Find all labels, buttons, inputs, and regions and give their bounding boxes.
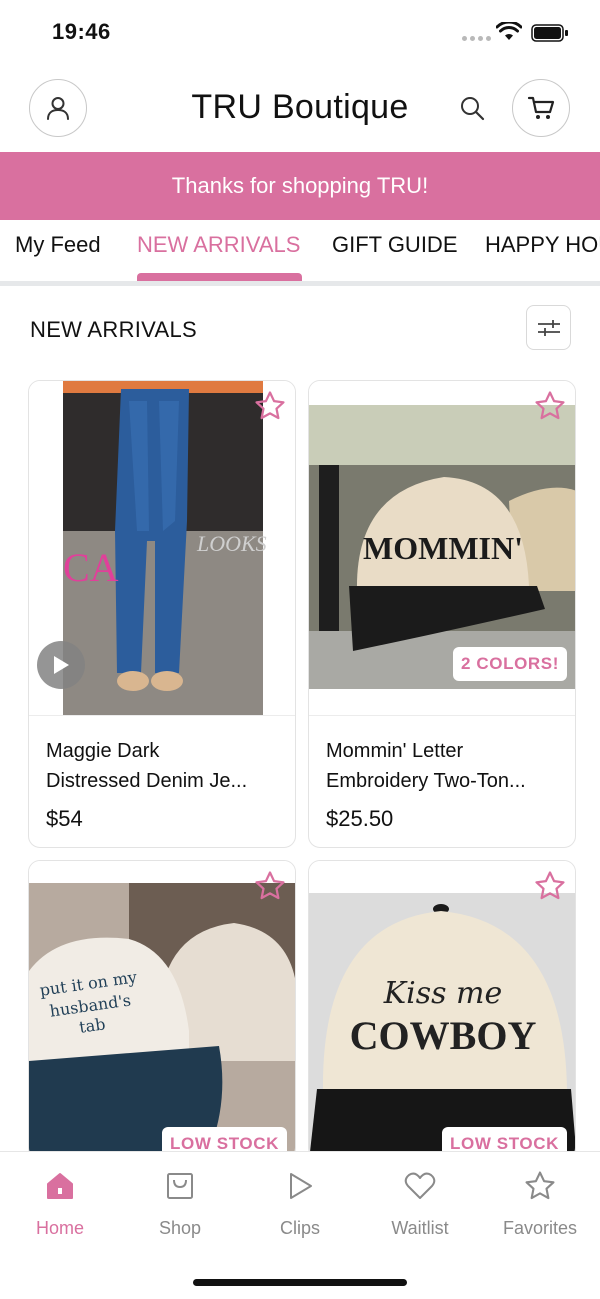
svg-text:LOOKS: LOOKS <box>196 531 267 556</box>
shop-bag-icon <box>167 1173 193 1199</box>
category-tabs: My Feed NEW ARRIVALS GIFT GUIDE HAPPY HO… <box>0 220 600 286</box>
product-image[interactable]: put it on my husband's tab LOW STOCK <box>29 861 295 1159</box>
star-icon <box>525 1171 555 1200</box>
play-icon <box>54 656 69 674</box>
tab-new-arrivals[interactable]: NEW ARRIVALS <box>137 232 300 258</box>
product-price: $25.50 <box>326 806 394 831</box>
cart-button[interactable] <box>512 79 570 137</box>
favorite-star-icon[interactable] <box>253 869 287 903</box>
nav-waitlist-label: Waitlist <box>391 1218 449 1238</box>
nav-home-label: Home <box>35 1218 84 1238</box>
bottom-tab-bar: Home Shop Clips Waitlist Favorites <box>0 1151 600 1299</box>
search-button[interactable] <box>456 92 488 124</box>
nav-home[interactable]: Home <box>0 1168 120 1239</box>
section-title: NEW ARRIVALS <box>30 317 198 342</box>
product-image[interactable]: MOMMIN' 2 COLORS! <box>309 381 575 715</box>
product-card[interactable]: MOMMIN' 2 COLORS! Mommin' Letter Embroid… <box>308 380 576 848</box>
product-info: Mommin' Letter Embroidery Two-Ton... $25… <box>309 715 575 831</box>
favorite-star-icon[interactable] <box>533 389 567 423</box>
image-text-mommin: MOMMIN' <box>363 530 523 566</box>
tab-gift-guide[interactable]: GIFT GUIDE <box>332 232 458 258</box>
nav-favorites-label: Favorites <box>502 1218 578 1238</box>
active-tab-indicator <box>137 273 302 281</box>
status-time: 19:46 <box>52 19 111 44</box>
colors-badge: 2 COLORS! <box>453 647 567 681</box>
search-icon <box>461 97 485 121</box>
app-header: TRU Boutique <box>0 66 600 152</box>
product-name-line-1: Maggie Dark <box>46 740 160 762</box>
image-text-line-1: Kiss me <box>383 976 503 1011</box>
image-text-line-3: tab <box>78 1014 107 1036</box>
product-info: Maggie Dark Distressed Denim Je... $54 <box>29 715 295 831</box>
product-card[interactable]: Kiss me COWBOY LOW STOCK <box>308 860 576 1160</box>
signal-icon <box>462 36 491 41</box>
kiss-me-cowboy-cap-photo: Kiss me COWBOY <box>309 893 575 1159</box>
filter-sliders-icon <box>537 319 560 336</box>
product-card[interactable]: CA LOOKS Maggie Dark Distressed Denim Je… <box>28 380 296 848</box>
nav-clips[interactable]: Clips <box>240 1168 360 1239</box>
heart-icon <box>404 1172 436 1199</box>
cart-icon <box>527 96 555 119</box>
nav-clips-label: Clips <box>279 1218 320 1238</box>
product-name-line-2: Embroidery Two-Ton... <box>326 770 526 792</box>
product-name-line-2: Distressed Denim Je... <box>46 770 248 792</box>
nav-shop[interactable]: Shop <box>120 1168 240 1239</box>
home-icon <box>47 1173 73 1199</box>
tab-my-feed[interactable]: My Feed <box>15 232 101 258</box>
product-name: Mommin' Letter Embroidery Two-Ton... <box>326 736 566 796</box>
status-bar: 19:46 <box>0 0 600 66</box>
svg-text:CA: CA <box>63 545 119 590</box>
product-price: $54 <box>46 806 83 831</box>
promo-banner-text: Thanks for shopping TRU! <box>171 173 429 198</box>
favorite-star-icon[interactable] <box>253 389 287 423</box>
product-card[interactable]: put it on my husband's tab LOW STOCK <box>28 860 296 1160</box>
product-name: Maggie Dark Distressed Denim Je... <box>46 736 286 796</box>
promo-banner: Thanks for shopping TRU! <box>0 152 600 220</box>
play-video-button[interactable] <box>37 641 85 689</box>
play-icon <box>290 1173 312 1199</box>
tab-happy-hour[interactable]: HAPPY HOUR <box>485 232 600 258</box>
nav-favorites[interactable]: Favorites <box>480 1168 600 1239</box>
battery-icon <box>531 24 568 42</box>
husbands-tab-cap-photo: put it on my husband's tab <box>29 883 295 1159</box>
nav-shop-label: Shop <box>158 1218 202 1238</box>
filter-button[interactable] <box>526 305 571 350</box>
home-indicator <box>193 1279 407 1286</box>
product-name-line-1: Mommin' Letter <box>326 740 464 762</box>
product-image[interactable]: Kiss me COWBOY LOW STOCK <box>309 861 575 1159</box>
wifi-icon <box>496 22 522 40</box>
store-title: TRU Boutique <box>191 88 409 126</box>
favorite-star-icon[interactable] <box>533 869 567 903</box>
image-text-line-2: COWBOY <box>350 1013 537 1058</box>
product-image[interactable]: CA LOOKS <box>29 381 295 715</box>
nav-waitlist[interactable]: Waitlist <box>360 1168 480 1239</box>
